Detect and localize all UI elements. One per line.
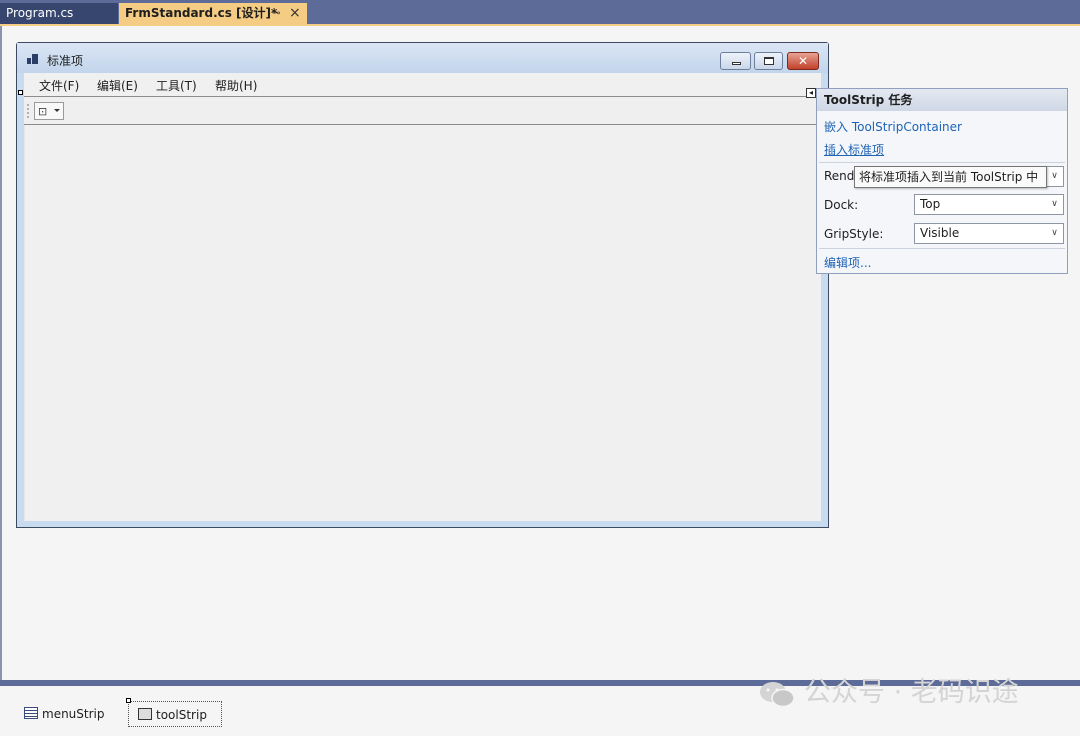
minimize-button[interactable] bbox=[720, 52, 751, 70]
wechat-logo-icon bbox=[760, 681, 795, 707]
separator bbox=[819, 162, 1065, 163]
form-client-area[interactable]: 文件(F) 编辑(E) 工具(T) 帮助(H) ⊡ bbox=[24, 73, 821, 521]
form-app-icon bbox=[27, 54, 38, 64]
tray-item-toolstrip[interactable]: toolStrip bbox=[128, 701, 222, 727]
dock-label: Dock: bbox=[824, 198, 859, 212]
panel-header: ToolStrip 任务 bbox=[817, 89, 1067, 111]
document-tab-bar: Program.cs FrmStandard.cs [设计]* ⊸ × bbox=[0, 0, 1080, 25]
smart-tag-glyph-icon[interactable]: ◂ bbox=[806, 88, 816, 98]
menu-file[interactable]: 文件(F) bbox=[39, 77, 79, 94]
selection-handle[interactable] bbox=[18, 90, 23, 95]
tooltip: 将标准项插入到当前 ToolStrip 中 bbox=[854, 166, 1047, 188]
design-surface-border bbox=[0, 26, 2, 680]
toolstrip-icon bbox=[138, 707, 152, 720]
form-title-bar[interactable]: 标准项 ✕ bbox=[17, 43, 828, 73]
add-toolstrip-item-button[interactable]: ⊡ bbox=[34, 102, 64, 120]
maximize-button[interactable] bbox=[754, 52, 783, 70]
dropdown-arrow-icon bbox=[54, 109, 60, 112]
split-button-icon: ⊡ bbox=[38, 105, 48, 118]
form-title: 标准项 bbox=[47, 54, 84, 68]
close-icon: ✕ bbox=[797, 54, 809, 68]
dock-select[interactable]: Top ∨ bbox=[914, 194, 1064, 215]
tool-strip[interactable]: ⊡ bbox=[24, 96, 821, 125]
menu-help[interactable]: 帮助(H) bbox=[215, 77, 257, 94]
selection-handle[interactable] bbox=[126, 698, 131, 703]
insert-standard-items-link[interactable]: 插入标准项 bbox=[824, 141, 884, 158]
gripstyle-label: GripStyle: bbox=[824, 227, 884, 241]
menustrip-icon bbox=[24, 706, 38, 719]
menu-tools[interactable]: 工具(T) bbox=[156, 77, 197, 94]
close-button[interactable]: ✕ bbox=[787, 52, 819, 70]
menu-strip[interactable]: 文件(F) 编辑(E) 工具(T) 帮助(H) bbox=[24, 73, 821, 95]
gripstyle-select[interactable]: Visible ∨ bbox=[914, 223, 1064, 244]
minimize-icon bbox=[732, 62, 741, 65]
client-edge bbox=[24, 125, 25, 521]
embed-toolstripcontainer-link[interactable]: 嵌入 ToolStripContainer bbox=[824, 118, 962, 135]
gripstyle-value: Visible bbox=[920, 226, 960, 240]
separator bbox=[819, 248, 1065, 249]
chevron-down-icon: ∨ bbox=[1051, 171, 1058, 181]
render-mode-label: Rend bbox=[824, 169, 855, 183]
menu-edit[interactable]: 编辑(E) bbox=[97, 77, 138, 94]
tab-program-cs[interactable]: Program.cs bbox=[0, 3, 118, 25]
watermark-text: 公众号 · 老码识途 bbox=[804, 677, 1019, 708]
tray-item-menustrip[interactable]: menuStrip bbox=[24, 701, 105, 727]
grip-handle-icon[interactable] bbox=[27, 103, 29, 119]
edit-items-link[interactable]: 编辑项... bbox=[824, 254, 871, 271]
chevron-down-icon: ∨ bbox=[1051, 199, 1058, 209]
chevron-down-icon: ∨ bbox=[1051, 228, 1058, 238]
active-tab-underline bbox=[0, 24, 1080, 26]
tray-item-label: menuStrip bbox=[42, 707, 105, 721]
close-tab-icon[interactable]: × bbox=[289, 3, 301, 24]
pin-tab-icon[interactable]: ⊸ bbox=[272, 3, 280, 24]
tray-item-label: toolStrip bbox=[156, 708, 207, 722]
maximize-icon bbox=[764, 57, 774, 65]
form-window[interactable]: 标准项 ✕ 文件(F) 编辑(E) 工具(T) 帮助(H) ⊡ bbox=[16, 42, 829, 528]
watermark: 公众号 · 老码识途 bbox=[758, 676, 1019, 710]
tab-frmstandard-design[interactable]: FrmStandard.cs [设计]* ⊸ × bbox=[119, 3, 307, 25]
tab-label: Program.cs bbox=[6, 6, 74, 20]
tab-label: FrmStandard.cs [设计]* bbox=[125, 6, 278, 20]
dock-value: Top bbox=[920, 197, 941, 211]
